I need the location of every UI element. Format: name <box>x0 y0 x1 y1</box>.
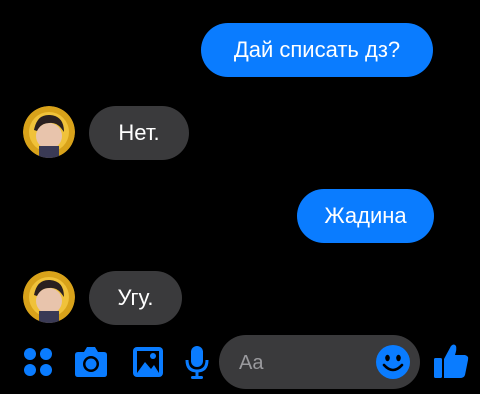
microphone-icon[interactable] <box>185 345 209 379</box>
gallery-icon[interactable] <box>131 345 165 379</box>
camera-icon[interactable] <box>73 345 109 379</box>
avatar[interactable] <box>23 271 75 323</box>
outgoing-message[interactable]: Дай списать дз? <box>201 23 433 77</box>
apps-icon[interactable] <box>22 346 54 378</box>
incoming-message[interactable]: Нет. <box>89 106 189 160</box>
avatar[interactable] <box>23 106 75 158</box>
incoming-message[interactable]: Угу. <box>89 271 182 325</box>
emoji-icon[interactable] <box>375 344 411 380</box>
avatar-image <box>23 271 75 323</box>
message-text: Угу. <box>117 285 154 310</box>
like-icon[interactable] <box>432 342 470 380</box>
message-text: Дай списать дз? <box>233 37 401 62</box>
message-text: Нет. <box>118 120 160 145</box>
avatar-image <box>23 106 75 158</box>
message-input[interactable] <box>237 335 381 391</box>
outgoing-message[interactable]: Жадина <box>297 189 434 243</box>
message-text: Жадина <box>324 203 407 228</box>
message-composer[interactable] <box>219 335 420 391</box>
